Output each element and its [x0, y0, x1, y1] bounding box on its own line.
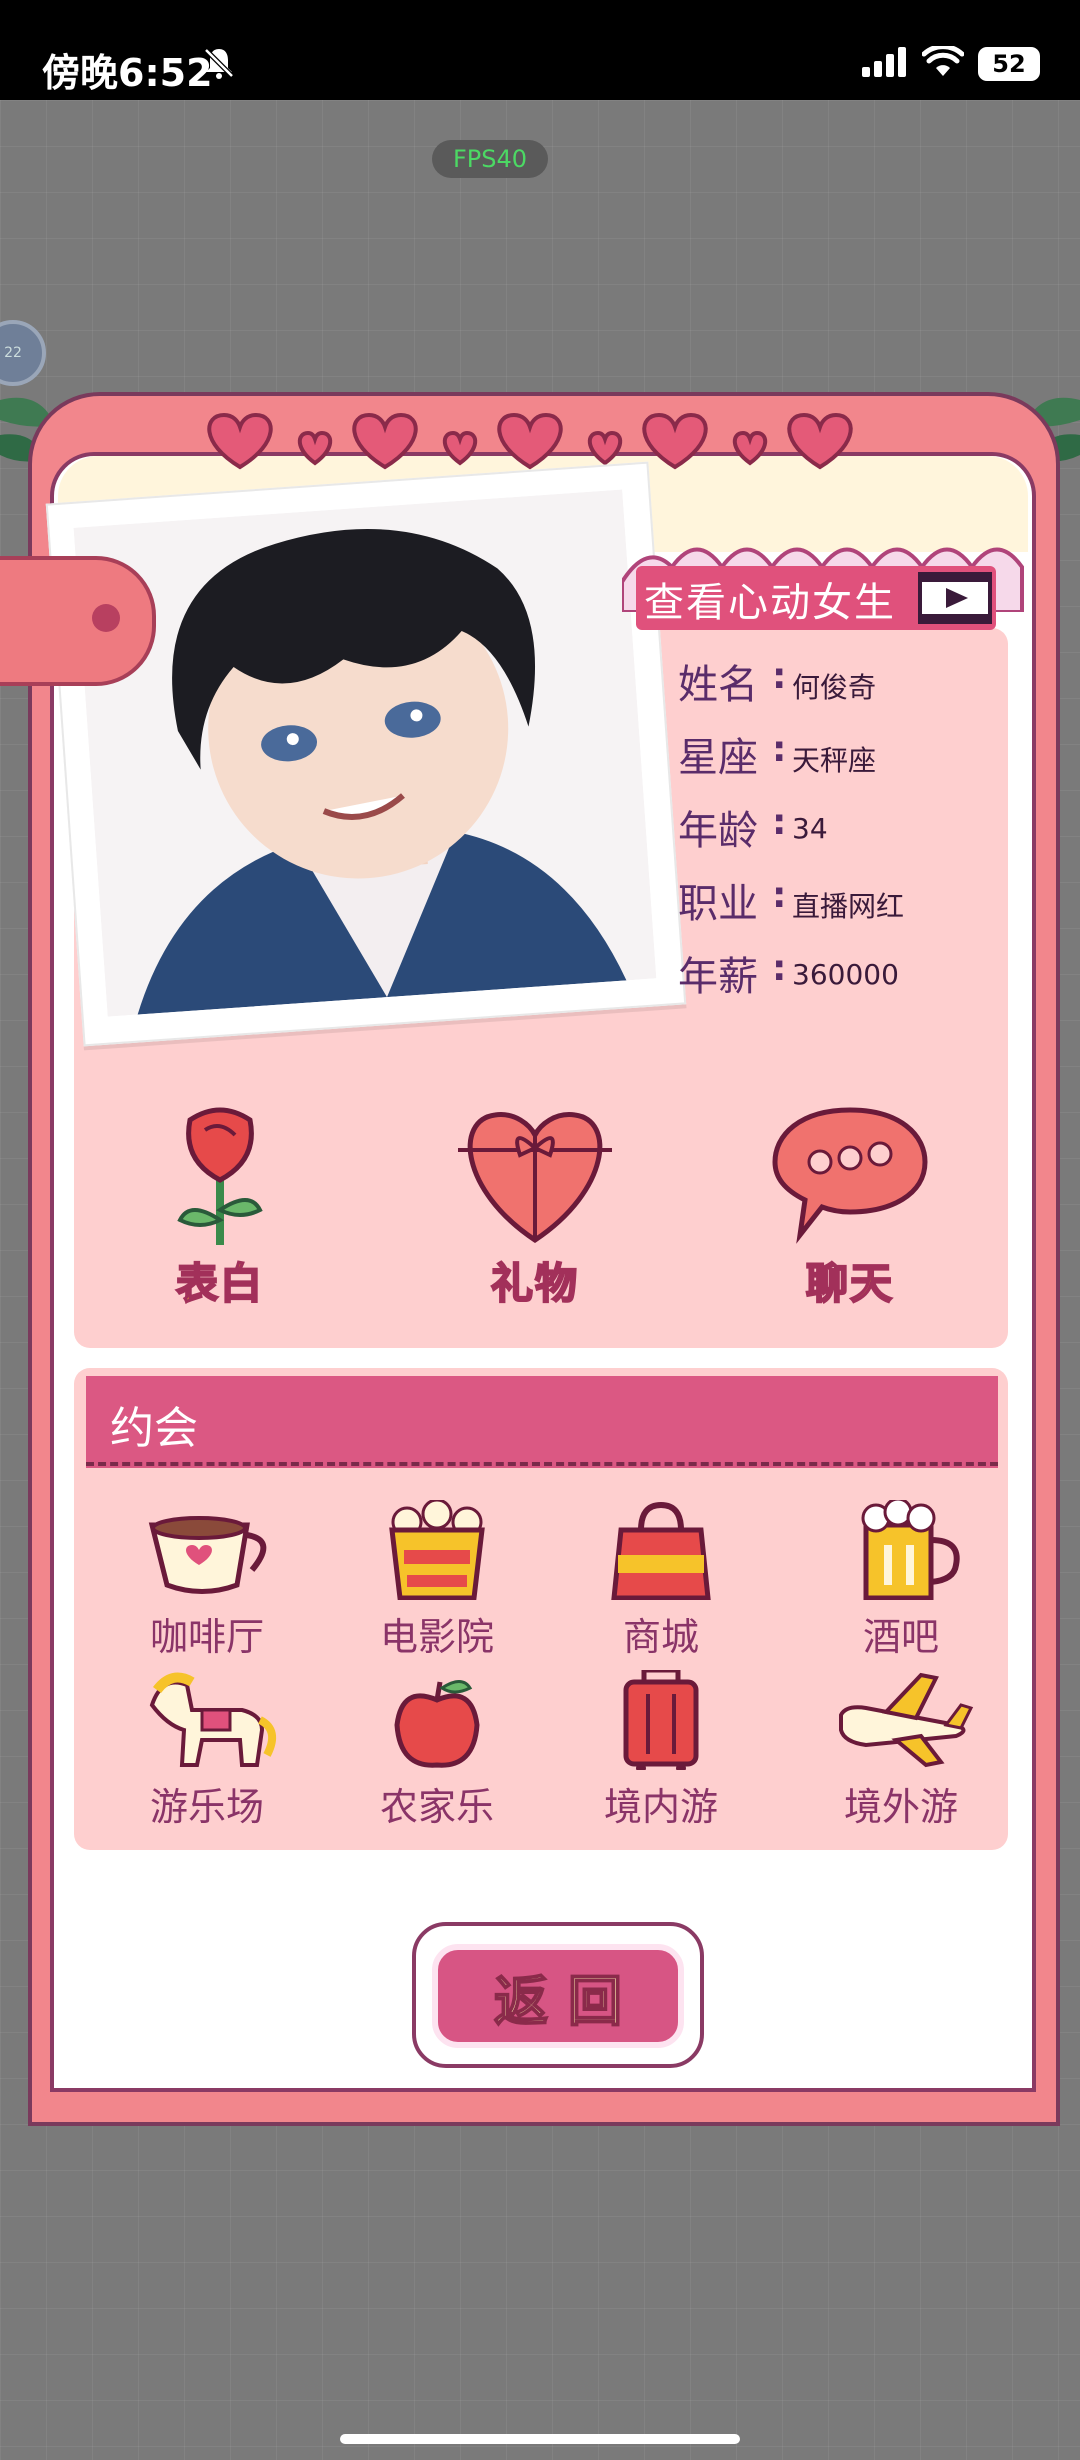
- action-label: 聊天: [805, 1258, 894, 1309]
- date-title: 约会: [110, 1403, 198, 1454]
- info-row-age: 年龄 : 34: [678, 798, 1008, 858]
- return-button[interactable]: 返回: [432, 1944, 684, 2048]
- info-colon: :: [772, 948, 787, 989]
- venue-label: 农家乐: [379, 1785, 494, 1829]
- date-header: [86, 1376, 998, 1468]
- status-bar: 傍晚6:52 52: [0, 0, 1080, 100]
- venue-label: 酒吧: [862, 1615, 939, 1659]
- info-row-name: 姓名 : 何俊奇: [678, 652, 1008, 712]
- action-label: 礼物: [490, 1258, 579, 1309]
- venue-label: 境内游: [603, 1785, 718, 1829]
- info-row-job: 职业 : 直播网红: [678, 871, 1008, 931]
- side-tab[interactable]: [0, 556, 156, 686]
- home-indicator[interactable]: [340, 2434, 740, 2444]
- chat-button[interactable]: 聊天: [770, 1100, 930, 1320]
- fps-counter: FPS40: [432, 140, 548, 178]
- gift-heart-icon: [458, 1112, 612, 1244]
- info-label: 职业: [678, 881, 758, 927]
- venue-mall[interactable]: 商城: [586, 1500, 736, 1660]
- venue-label: 商城: [622, 1615, 699, 1659]
- venue-overseas-travel[interactable]: 境外游: [826, 1670, 976, 1830]
- venue-bar[interactable]: 酒吧: [826, 1497, 976, 1660]
- status-time: 傍晚6:52: [42, 51, 213, 95]
- venue-amusement-park[interactable]: 游乐场: [132, 1670, 282, 1830]
- hearts-row-icon: [207, 412, 853, 470]
- shopping-bag-icon: [611, 1501, 711, 1601]
- info-value: 34: [792, 812, 828, 845]
- character-portrait: [45, 461, 687, 1047]
- venue-farm-stay[interactable]: 农家乐: [362, 1670, 512, 1830]
- info-label: 姓名: [678, 662, 758, 708]
- signal-icon: [862, 47, 908, 81]
- airplane-icon: [839, 1672, 974, 1768]
- info-value: 直播网红: [792, 890, 905, 923]
- venue-label: 境外游: [843, 1785, 958, 1829]
- venue-label: 游乐场: [149, 1785, 264, 1829]
- mute-bell-icon: [202, 46, 236, 84]
- info-row-salary: 年薪 : 360000: [678, 944, 1008, 1004]
- rose-icon: [177, 1107, 263, 1245]
- venue-cafe[interactable]: 咖啡厅: [132, 1500, 282, 1660]
- info-value: 360000: [792, 958, 899, 991]
- venue-cinema[interactable]: 电影院: [362, 1498, 512, 1660]
- info-colon: :: [772, 802, 787, 843]
- info-row-zodiac: 星座 : 天秤座: [678, 725, 1008, 785]
- date-header-divider: [86, 1462, 998, 1466]
- suitcase-icon: [623, 1667, 699, 1773]
- view-heart-girl-label: 查看心动女生: [644, 580, 896, 626]
- confess-button[interactable]: 表白: [140, 1100, 300, 1320]
- venue-label: 咖啡厅: [149, 1615, 264, 1659]
- video-play-icon[interactable]: [918, 572, 992, 624]
- battery-indicator: 52: [978, 47, 1040, 81]
- info-value: 何俊奇: [792, 671, 877, 704]
- info-label: 年龄: [678, 808, 758, 854]
- coffee-cup-icon: [148, 1516, 267, 1594]
- popcorn-icon: [389, 1498, 485, 1601]
- beer-mug-icon: [861, 1497, 960, 1601]
- return-label: 返回: [493, 1969, 642, 2034]
- venue-domestic-travel[interactable]: 境内游: [586, 1667, 736, 1830]
- chat-bubble-icon: [772, 1107, 928, 1244]
- carousel-horse-icon: [149, 1672, 277, 1767]
- info-colon: :: [772, 729, 787, 770]
- venue-label: 电影院: [379, 1615, 494, 1659]
- side-tab-dot: [92, 604, 120, 632]
- info-value: 天秤座: [792, 744, 877, 777]
- portrait-image: [73, 489, 657, 1017]
- info-colon: :: [772, 656, 787, 697]
- wifi-icon: [921, 44, 965, 82]
- apple-icon: [394, 1680, 480, 1768]
- info-label: 星座: [678, 735, 758, 781]
- info-colon: :: [772, 875, 787, 916]
- info-label: 年薪: [678, 954, 758, 1000]
- gift-button[interactable]: 礼物: [450, 1100, 620, 1320]
- action-label: 表白: [175, 1258, 264, 1309]
